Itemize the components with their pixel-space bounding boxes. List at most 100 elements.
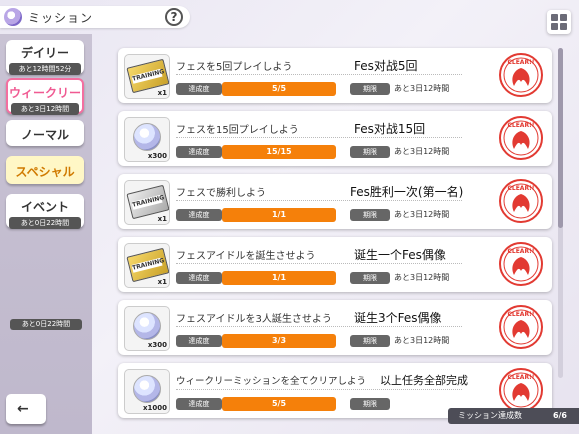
term-label: 期限 [350,83,390,95]
mission-count-label: ミッション達成数 [458,411,522,420]
tab-label: イベント [20,200,69,214]
ticket-label: TRAINING [131,194,166,210]
term-value: あと3日12時間 [394,273,450,282]
mission-card[interactable]: x300 フェスを15回プレイしよう Fes对战15回 達成度 15/15 期限… [118,111,552,166]
progress-bar: 15/15 [222,145,336,159]
menu-grid-button[interactable] [547,10,571,34]
tab-special[interactable]: スペシャル [6,156,84,184]
reward-quantity: x1 [157,215,167,223]
term-label: 期限 [350,209,390,221]
clear-stamp-icon: CLEAR!! [499,242,543,286]
tab-label: ノーマル [20,128,69,142]
term-label: 期限 [350,335,390,347]
term-label: 期限 [350,398,390,410]
reward-thumbnail: x1000 [124,369,170,414]
tab-remaining-time: あと0日22時間 [9,217,81,229]
grid-icon [551,14,558,21]
stamp-text: CLEAR!! [507,185,534,192]
mission-note: 诞生3个Fes偶像 [354,311,442,325]
header-bar: ミッション ? [0,0,579,34]
reward-thumbnail: TRAINING x1 [124,54,170,99]
divider [176,137,462,138]
reward-quantity: x1 [157,89,167,97]
reward-quantity: x300 [147,341,167,349]
divider [176,389,462,390]
clear-stamp-icon: CLEAR!! [499,116,543,160]
term-label: 期限 [350,146,390,158]
mission-title: ウィークリーミッションを全てクリアしよう [176,376,367,387]
tab-normal[interactable]: ノーマル [6,120,84,146]
progress-bar: 1/1 [222,271,336,285]
term-value: あと3日12時間 [394,147,450,156]
reward-quantity: x1000 [143,404,167,412]
mission-title: フェスアイドルを誕生させよう [176,251,316,262]
term-value: あと3日12時間 [394,84,450,93]
divider [176,263,462,264]
page-title: ミッション [28,11,94,25]
achievement-label: 達成度 [176,272,222,284]
progress-bar: 1/1 [222,208,336,222]
reward-quantity: x1 [157,278,167,286]
jewel-icon [133,123,161,151]
mission-note: 诞生一个Fes偶像 [354,248,446,262]
tab-weekly[interactable]: ウィークリー あと3日12時間 [6,78,84,115]
achievement-label: 達成度 [176,398,222,410]
mission-title: フェスアイドルを3人誕生させよう [176,314,332,325]
mission-count-bar: ミッション達成数 6/6 [448,408,579,424]
mission-note: Fes对战15回 [354,122,426,136]
progress-text: 3/3 [271,336,287,345]
stamp-text: CLEAR!! [507,374,534,381]
progress-bar: 5/5 [222,397,336,411]
progress-bar: 5/5 [222,82,336,96]
tab-remaining-time: あと3日12時間 [11,103,79,115]
tab-daily[interactable]: デイリー あと12時間52分 [6,40,84,75]
tab-label: ウィークリー [8,86,81,100]
ticket-label: TRAINING [131,257,166,273]
clear-stamp-icon: CLEAR!! [499,305,543,349]
mission-note: Fes对战5回 [354,59,418,73]
stamp-text: CLEAR!! [507,311,534,318]
mission-note: Fes胜利一次(第一名) [350,185,464,199]
clear-stamp-icon: CLEAR!! [499,53,543,97]
mission-icon [4,8,22,26]
reward-thumbnail: TRAINING x1 [124,180,170,225]
reward-thumbnail: x300 [124,117,170,162]
divider [176,200,462,201]
achievement-label: 達成度 [176,83,222,95]
mission-card[interactable]: TRAINING x1 フェスアイドルを誕生させよう 诞生一个Fes偶像 達成度… [118,237,552,292]
mission-card[interactable]: TRAINING x1 フェスで勝利しよう Fes胜利一次(第一名) 達成度 1… [118,174,552,229]
clear-stamp-icon: CLEAR!! [499,179,543,223]
help-button[interactable]: ? [165,8,183,26]
clear-stamp-icon: CLEAR!! [499,368,543,412]
progress-text: 5/5 [271,399,287,408]
achievement-label: 達成度 [176,146,222,158]
mission-note: 以上任务全部完成 [380,374,468,387]
scrollbar-thumb[interactable] [558,48,563,228]
ticket-label: TRAINING [131,68,166,84]
stamp-text: CLEAR!! [507,122,534,129]
divider [176,74,462,75]
event-time-badge: あと0日22時間 [10,319,82,330]
tab-event[interactable]: イベント あと0日22時間 [6,194,84,229]
term-label: 期限 [350,272,390,284]
jewel-icon [133,312,161,340]
reward-thumbnail: x300 [124,306,170,351]
term-value: あと3日12時間 [394,336,450,345]
mission-card[interactable]: TRAINING x1 フェスを5回プレイしよう Fes对战5回 達成度 5/5… [118,48,552,103]
sidebar: デイリー あと12時間52分 ウィークリー あと3日12時間 ノーマル スペシャ… [0,34,92,434]
mission-card[interactable]: x300 フェスアイドルを3人誕生させよう 诞生3个Fes偶像 達成度 3/3 … [118,300,552,355]
mission-title: フェスで勝利しよう [176,188,266,199]
reward-quantity: x300 [147,152,167,160]
tab-label: スペシャル [15,165,75,179]
achievement-label: 達成度 [176,335,222,347]
back-button[interactable]: ← [6,394,46,424]
progress-text: 5/5 [271,84,287,93]
stamp-text: CLEAR!! [507,248,534,255]
progress-text: 1/1 [271,210,287,219]
mission-title: フェスを15回プレイしよう [176,125,299,136]
reward-thumbnail: TRAINING x1 [124,243,170,288]
divider [176,326,462,327]
back-arrow-icon: ← [17,401,29,417]
mission-count-value: 6/6 [552,411,567,420]
progress-bar: 3/3 [222,334,336,348]
